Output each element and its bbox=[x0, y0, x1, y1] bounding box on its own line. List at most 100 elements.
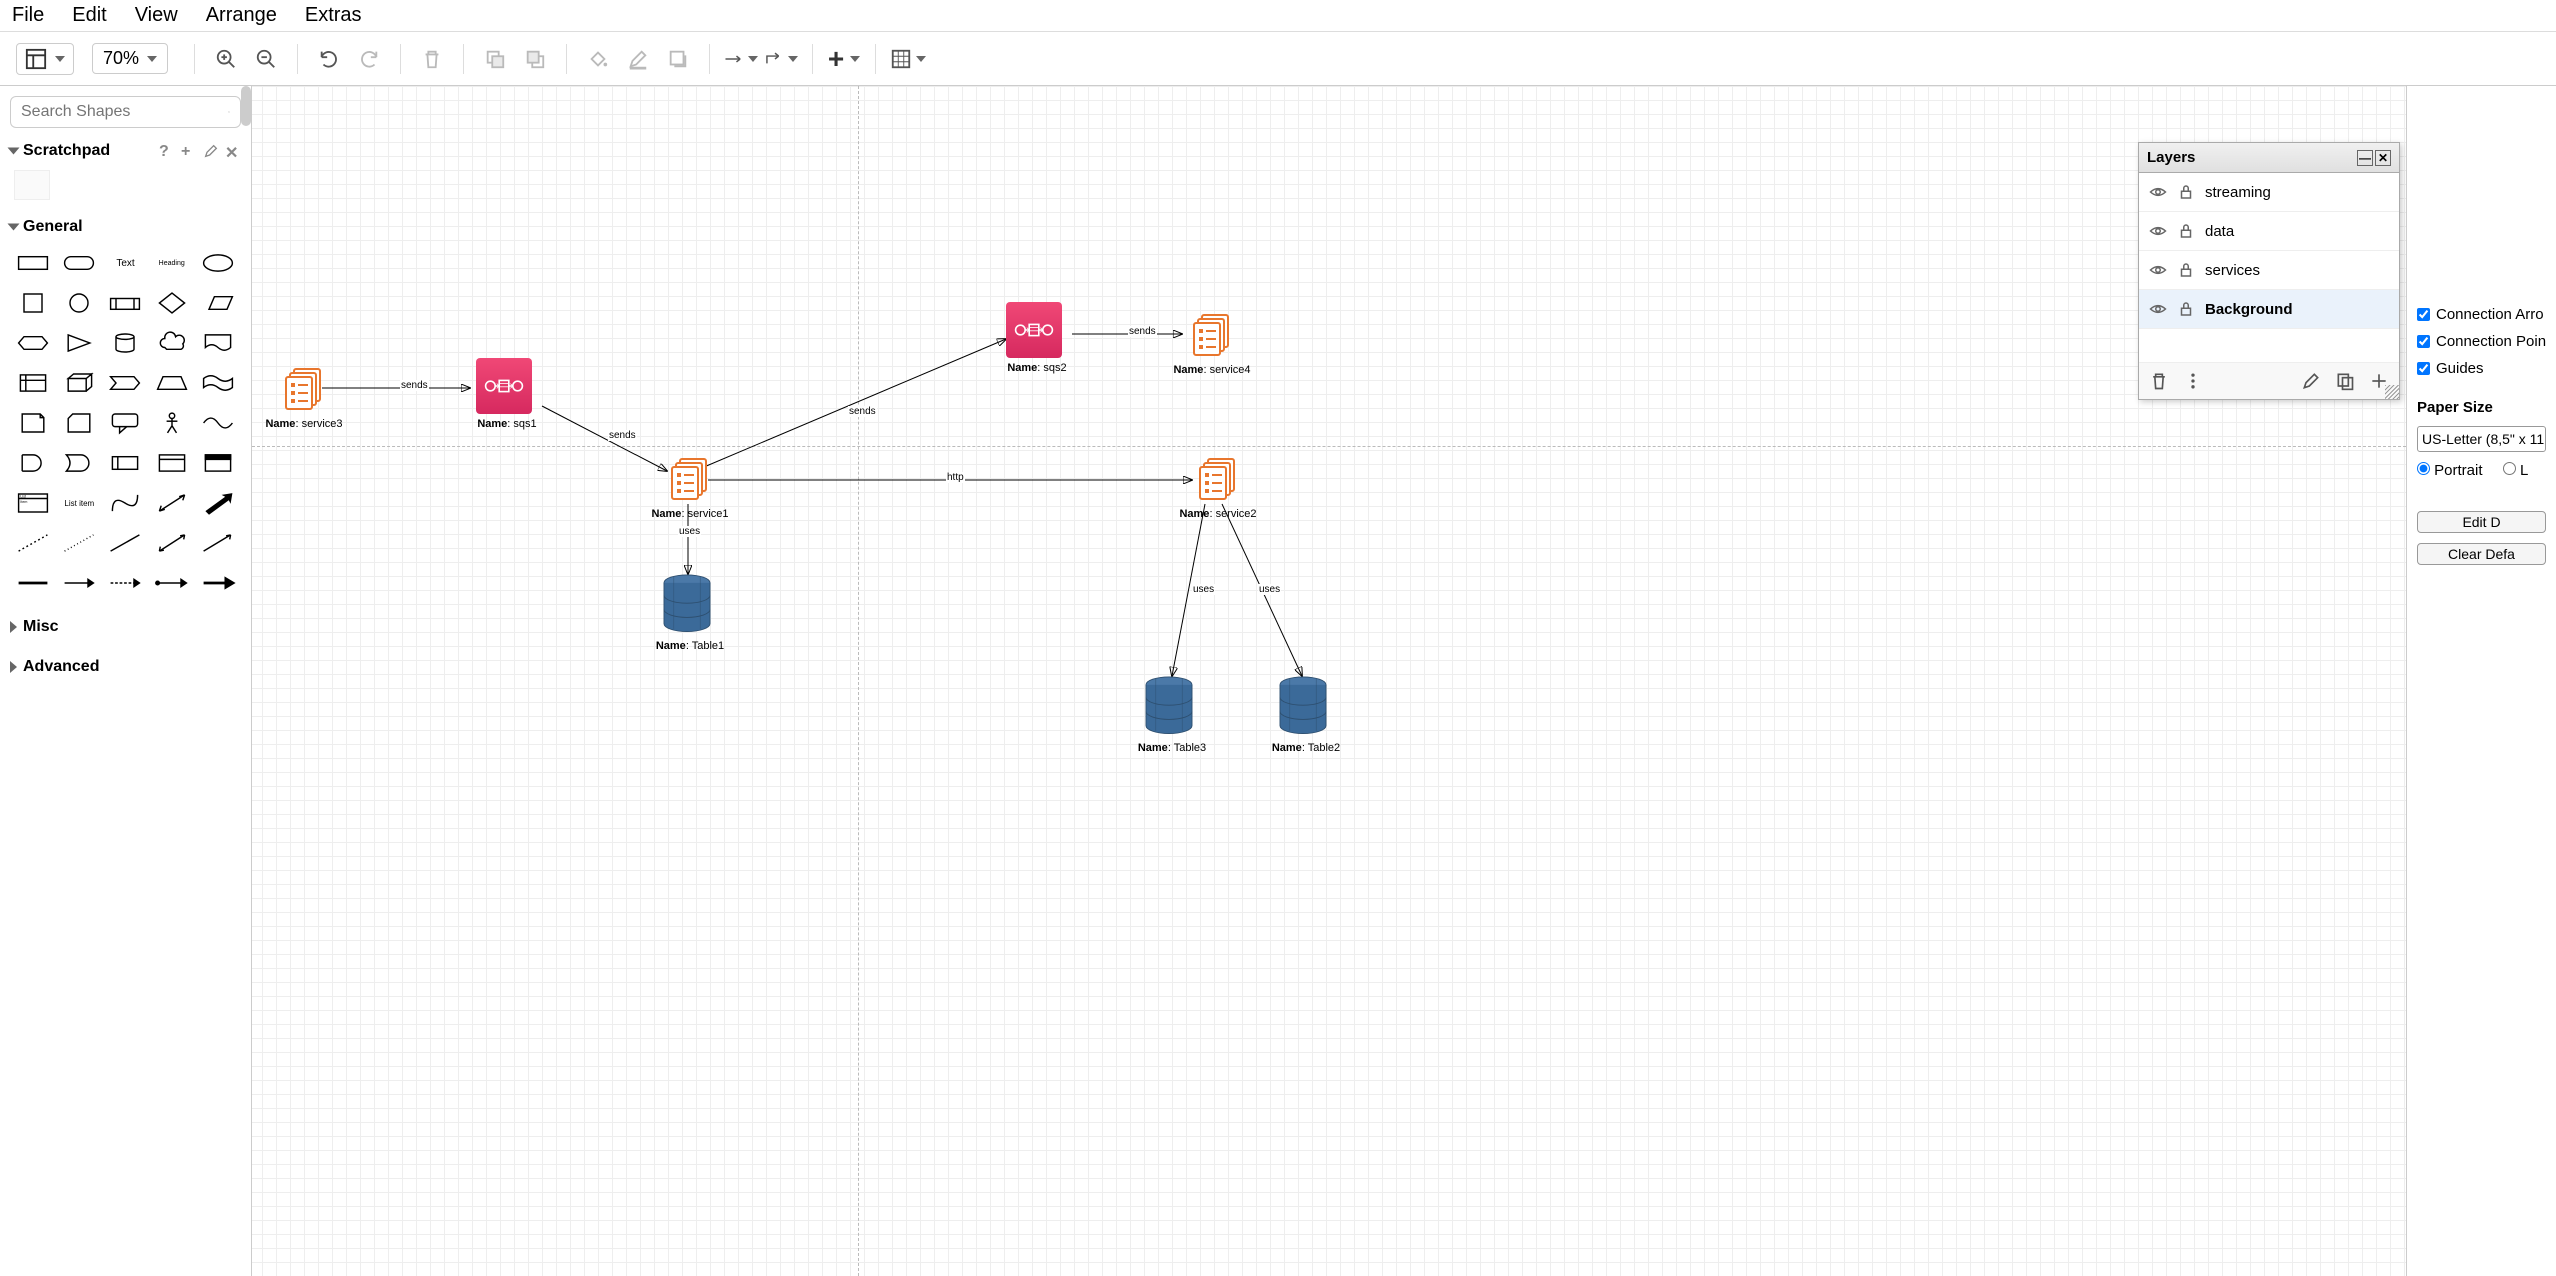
node-table2[interactable]: Name: Table2 bbox=[1276, 676, 1336, 738]
lock-icon[interactable] bbox=[2177, 300, 2195, 318]
radio[interactable] bbox=[2417, 462, 2430, 475]
shape-circle[interactable] bbox=[58, 286, 100, 320]
menu-file[interactable]: File bbox=[12, 4, 44, 27]
node-service3[interactable]: Name: service3 bbox=[278, 366, 330, 414]
shape-process[interactable] bbox=[104, 286, 146, 320]
shape-container[interactable] bbox=[151, 446, 193, 480]
shape-list[interactable]: ListItem bbox=[12, 486, 54, 520]
eye-icon[interactable] bbox=[2149, 222, 2167, 240]
shape-cube[interactable] bbox=[58, 366, 100, 400]
more-icon[interactable] bbox=[2183, 371, 2203, 391]
radio[interactable] bbox=[2503, 462, 2516, 475]
shape-dotted[interactable] bbox=[58, 526, 100, 560]
search-input-field[interactable] bbox=[21, 103, 228, 121]
trash-icon[interactable] bbox=[2149, 371, 2169, 391]
menu-view[interactable]: View bbox=[135, 4, 178, 27]
checkbox[interactable] bbox=[2417, 362, 2430, 375]
scratchpad-header[interactable]: Scratchpad ? + ✕ bbox=[0, 138, 251, 164]
minimize-button[interactable]: — bbox=[2357, 150, 2373, 166]
shape-container2[interactable] bbox=[197, 446, 239, 480]
shape-internal-storage[interactable] bbox=[12, 366, 54, 400]
shape-diamond[interactable] bbox=[151, 286, 193, 320]
node-table1[interactable]: Name: Table1 bbox=[660, 574, 720, 636]
shape-step[interactable] bbox=[104, 366, 146, 400]
edge-label-uses[interactable]: uses bbox=[678, 526, 701, 537]
help-icon[interactable]: ? bbox=[159, 143, 175, 159]
node-service1[interactable]: Name: service1 bbox=[664, 456, 716, 504]
shape-tape[interactable] bbox=[197, 366, 239, 400]
shape-trapezoid[interactable] bbox=[151, 366, 193, 400]
zoom-in-button[interactable] bbox=[209, 42, 243, 76]
shape-text[interactable]: Text bbox=[104, 246, 146, 280]
insert-button[interactable]: + bbox=[827, 42, 861, 76]
shape-callout[interactable] bbox=[104, 406, 146, 440]
shape-rounded-rect[interactable] bbox=[58, 246, 100, 280]
line-color-button[interactable] bbox=[621, 42, 655, 76]
edge-label-uses[interactable]: uses bbox=[1192, 584, 1215, 595]
shape-dashed[interactable] bbox=[12, 526, 54, 560]
edit-icon[interactable] bbox=[2301, 371, 2321, 391]
checkbox[interactable] bbox=[2417, 335, 2430, 348]
shape-and[interactable] bbox=[12, 446, 54, 480]
edge-label-uses[interactable]: uses bbox=[1258, 584, 1281, 595]
node-sqs1[interactable]: Name: sqs1 bbox=[476, 358, 538, 414]
node-service2[interactable]: Name: service2 bbox=[1192, 456, 1244, 504]
add-icon[interactable]: + bbox=[181, 143, 197, 159]
to-front-button[interactable] bbox=[478, 42, 512, 76]
shape-bidir-line[interactable] bbox=[151, 526, 193, 560]
checkbox[interactable] bbox=[2417, 308, 2430, 321]
clear-defaults-button[interactable]: Clear Defa bbox=[2417, 543, 2546, 565]
shape-document[interactable] bbox=[197, 326, 239, 360]
shape-heading[interactable]: Heading bbox=[151, 246, 193, 280]
eye-icon[interactable] bbox=[2149, 261, 2167, 279]
shape-parallelogram[interactable] bbox=[197, 286, 239, 320]
waypoint-style-button[interactable] bbox=[764, 42, 798, 76]
node-sqs2[interactable]: Name: sqs2 bbox=[1006, 302, 1068, 358]
shape-link1[interactable] bbox=[12, 566, 54, 600]
search-shapes-input[interactable] bbox=[10, 96, 241, 128]
orientation-landscape[interactable]: L bbox=[2503, 462, 2529, 479]
shape-rect[interactable] bbox=[12, 246, 54, 280]
shape-curve[interactable] bbox=[197, 406, 239, 440]
shape-curve2[interactable] bbox=[104, 486, 146, 520]
fill-color-button[interactable] bbox=[581, 42, 615, 76]
edge-label-sends[interactable]: sends bbox=[1128, 326, 1157, 337]
connection-style-button[interactable] bbox=[724, 42, 758, 76]
shape-cloud[interactable] bbox=[151, 326, 193, 360]
shape-dir-line[interactable] bbox=[197, 526, 239, 560]
shape-hexagon[interactable] bbox=[12, 326, 54, 360]
node-service4[interactable]: Name: service4 bbox=[1186, 312, 1238, 360]
lock-icon[interactable] bbox=[2177, 222, 2195, 240]
shape-list-item[interactable]: List item bbox=[58, 486, 100, 520]
view-mode-button[interactable] bbox=[16, 43, 74, 75]
connection-points-checkbox[interactable]: Connection Poin bbox=[2417, 333, 2546, 350]
menu-arrange[interactable]: Arrange bbox=[206, 4, 277, 27]
scrollbar[interactable] bbox=[241, 86, 251, 126]
shape-bidir-arrow[interactable] bbox=[151, 486, 193, 520]
paper-size-select[interactable]: US-Letter (8,5" x 11 bbox=[2417, 426, 2546, 452]
redo-button[interactable] bbox=[352, 42, 386, 76]
edge-label-sends[interactable]: sends bbox=[608, 430, 637, 441]
layer-row-data[interactable]: data bbox=[2139, 212, 2399, 251]
resize-handle[interactable] bbox=[2385, 385, 2399, 399]
shape-triangle[interactable] bbox=[58, 326, 100, 360]
lock-icon[interactable] bbox=[2177, 261, 2195, 279]
menu-edit[interactable]: Edit bbox=[72, 4, 106, 27]
eye-icon[interactable] bbox=[2149, 300, 2167, 318]
general-header[interactable]: General bbox=[0, 214, 251, 240]
connection-arrows-checkbox[interactable]: Connection Arro bbox=[2417, 306, 2546, 323]
guides-checkbox[interactable]: Guides bbox=[2417, 360, 2546, 377]
zoom-select[interactable]: 70% bbox=[92, 43, 168, 74]
eye-icon[interactable] bbox=[2149, 183, 2167, 201]
shape-link2[interactable] bbox=[58, 566, 100, 600]
shape-actor[interactable] bbox=[151, 406, 193, 440]
scratchpad-item[interactable] bbox=[14, 170, 50, 200]
delete-button[interactable] bbox=[415, 42, 449, 76]
orientation-portrait[interactable]: Portrait bbox=[2417, 462, 2483, 479]
edit-icon[interactable] bbox=[203, 143, 219, 159]
duplicate-icon[interactable] bbox=[2335, 371, 2355, 391]
misc-header[interactable]: Misc bbox=[0, 614, 251, 640]
shape-square[interactable] bbox=[12, 286, 54, 320]
advanced-header[interactable]: Advanced bbox=[0, 654, 251, 680]
node-table3[interactable]: Name: Table3 bbox=[1142, 676, 1202, 738]
